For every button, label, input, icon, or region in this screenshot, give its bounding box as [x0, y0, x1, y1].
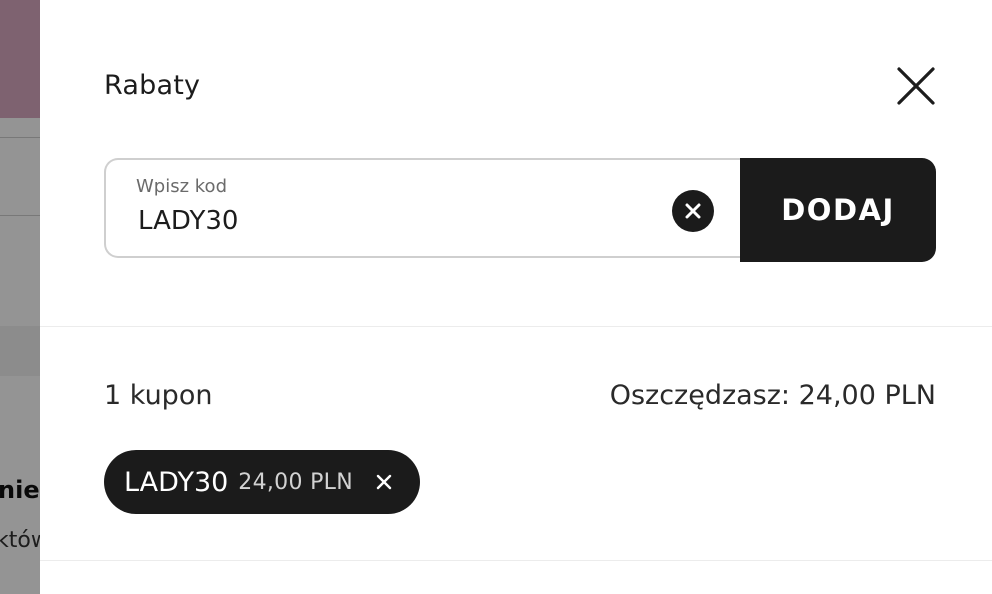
remove-icon	[376, 474, 392, 490]
discount-panel: Rabaty Wpisz kod DODAJ 1 kupon Oszczędza…	[40, 0, 992, 594]
background-page: nie któw	[0, 0, 40, 594]
app-root: nie któw Rabaty Wpisz kod DODAJ 1 kupon	[0, 0, 992, 594]
remove-coupon-button[interactable]	[369, 467, 399, 497]
coupon-count: 1 kupon	[104, 380, 213, 411]
applied-coupon-chip: LADY30 24,00 PLN	[104, 450, 420, 514]
savings-summary: Oszczędzasz: 24,00 PLN	[609, 380, 936, 411]
discount-code-input[interactable]	[138, 206, 658, 236]
code-field-label: Wpisz kod	[136, 176, 227, 197]
coupon-amount: 24,00 PLN	[238, 469, 353, 495]
section-divider	[40, 326, 992, 327]
clear-input-button[interactable]	[672, 190, 714, 232]
coupon-code: LADY30	[124, 466, 229, 498]
close-icon	[897, 67, 935, 105]
modal-backdrop[interactable]	[0, 0, 40, 594]
discount-code-field[interactable]: Wpisz kod	[104, 158, 740, 258]
section-divider	[40, 560, 992, 561]
panel-title: Rabaty	[104, 70, 201, 101]
clear-circle-icon	[685, 203, 701, 219]
add-code-button[interactable]: DODAJ	[740, 158, 936, 262]
close-button[interactable]	[894, 64, 938, 108]
